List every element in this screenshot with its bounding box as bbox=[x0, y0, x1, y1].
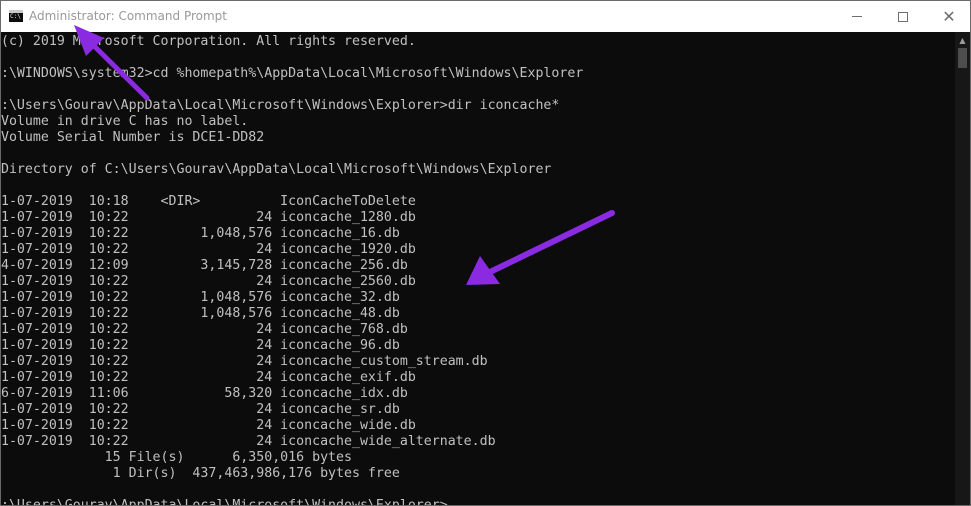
close-button[interactable]: ✕ bbox=[926, 1, 970, 32]
console-line: (c) 2019 Microsoft Corporation. All righ… bbox=[1, 34, 416, 49]
console-line: 04-07-2019 12:09 3,145,728 iconcache_256… bbox=[1, 258, 408, 273]
title-bar[interactable]: C:\ Administrator: Command Prompt ✕ bbox=[1, 1, 970, 32]
close-icon: ✕ bbox=[942, 6, 956, 26]
console-line: 01-07-2019 10:22 24 iconcache_wide_alter… bbox=[1, 434, 496, 449]
window-title: Administrator: Command Prompt bbox=[29, 9, 227, 23]
scroll-up-icon[interactable]: ▲ bbox=[955, 34, 970, 48]
console-line: 01-07-2019 10:22 24 iconcache_wide.db bbox=[1, 418, 416, 433]
console-line: Directory of C:\Users\Gourav\AppData\Loc… bbox=[1, 162, 552, 177]
maximize-button[interactable] bbox=[880, 1, 926, 32]
scroll-thumb[interactable] bbox=[958, 48, 967, 68]
cmd-icon[interactable]: C:\ bbox=[9, 10, 23, 22]
console-line: 01-07-2019 10:22 1,048,576 iconcache_32.… bbox=[1, 290, 400, 305]
console-line: 01-07-2019 10:22 24 iconcache_2560.db bbox=[1, 274, 416, 289]
console-line: 01-07-2019 10:22 24 iconcache_exif.db bbox=[1, 370, 416, 385]
minimize-button[interactable] bbox=[834, 1, 880, 32]
console-line: 1 Dir(s) 437,463,986,176 bytes free bbox=[1, 466, 400, 481]
console-line: 06-07-2019 11:06 58,320 iconcache_idx.db bbox=[1, 386, 408, 401]
console-line: Volume in drive C has no label. bbox=[1, 114, 249, 129]
console-line: 01-07-2019 10:22 24 iconcache_768.db bbox=[1, 322, 408, 337]
console-line: C:\Users\Gourav\AppData\Local\Microsoft\… bbox=[1, 98, 560, 113]
console-line: Volume Serial Number is DCE1-DD82 bbox=[1, 130, 265, 145]
console-line: 01-07-2019 10:22 1,048,576 iconcache_16.… bbox=[1, 226, 400, 241]
console-line: 15 File(s) 6,350,016 bytes bbox=[1, 450, 352, 465]
console-line: 01-07-2019 10:18 <DIR> IconCacheToDelete bbox=[1, 194, 416, 209]
minimize-icon bbox=[852, 16, 862, 17]
console-line: 01-07-2019 10:22 24 iconcache_custom_str… bbox=[1, 354, 488, 369]
console-line: 01-07-2019 10:22 1,048,576 iconcache_48.… bbox=[1, 306, 400, 321]
console-lines: (c) 2019 Microsoft Corporation. All righ… bbox=[1, 34, 584, 506]
console-line: 01-07-2019 10:22 24 iconcache_1920.db bbox=[1, 242, 416, 257]
maximize-icon bbox=[898, 11, 908, 22]
console-line: C:\Users\Gourav\AppData\Local\Microsoft\… bbox=[1, 498, 448, 506]
console-output[interactable]: (c) 2019 Microsoft Corporation. All righ… bbox=[1, 32, 955, 506]
vertical-scrollbar[interactable]: ▲ bbox=[955, 32, 970, 505]
command-prompt-window: C:\ Administrator: Command Prompt ✕ (c) … bbox=[0, 0, 971, 506]
console-line: 01-07-2019 10:22 24 iconcache_1280.db bbox=[1, 210, 416, 225]
console-line: C:\WINDOWS\system32>cd %homepath%\AppDat… bbox=[1, 66, 584, 81]
console-line: 01-07-2019 10:22 24 iconcache_sr.db bbox=[1, 402, 400, 417]
console-line: 01-07-2019 10:22 24 iconcache_96.db bbox=[1, 338, 400, 353]
